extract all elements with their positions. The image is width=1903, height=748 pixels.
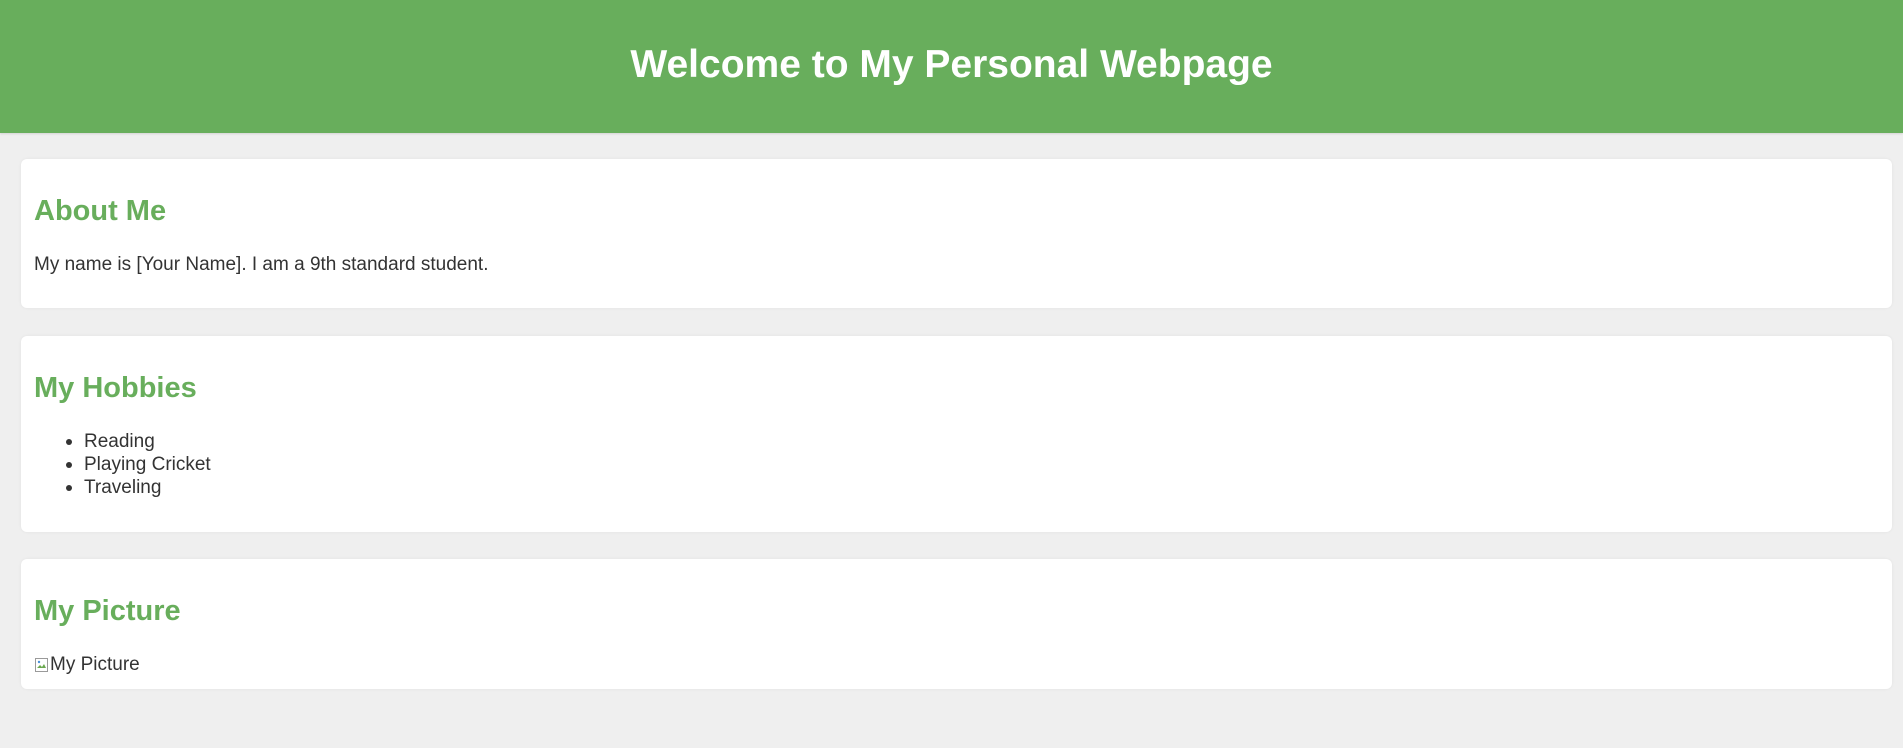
about-text: My name is [Your Name]. I am a 9th stand… (34, 254, 489, 275)
hobbies-section: My Hobbies Reading Playing Cricket Trave… (21, 336, 1892, 532)
about-section: About Me My name is [Your Name]. I am a … (21, 159, 1892, 308)
picture-heading: My Picture (34, 595, 181, 627)
hobby-item: Playing Cricket (34, 453, 211, 476)
hobby-item: Reading (34, 430, 211, 453)
page-title: Welcome to My Personal Webpage (630, 43, 1273, 86)
image-alt-text: My Picture (50, 654, 140, 675)
hobby-item: Traveling (34, 476, 211, 499)
broken-image-icon (34, 657, 50, 673)
bullet-icon (66, 439, 72, 445)
profile-image: My Picture (34, 653, 140, 676)
hobby-label: Playing Cricket (84, 454, 211, 475)
about-heading: About Me (34, 195, 167, 227)
hobby-label: Traveling (84, 477, 162, 498)
site-header: Welcome to My Personal Webpage (0, 0, 1903, 133)
bullet-icon (66, 485, 72, 491)
picture-section: My Picture My Picture (21, 559, 1892, 689)
hobby-label: Reading (84, 431, 155, 452)
hobbies-list: Reading Playing Cricket Traveling (34, 430, 211, 499)
hobbies-heading: My Hobbies (34, 372, 197, 404)
bullet-icon (66, 462, 72, 468)
